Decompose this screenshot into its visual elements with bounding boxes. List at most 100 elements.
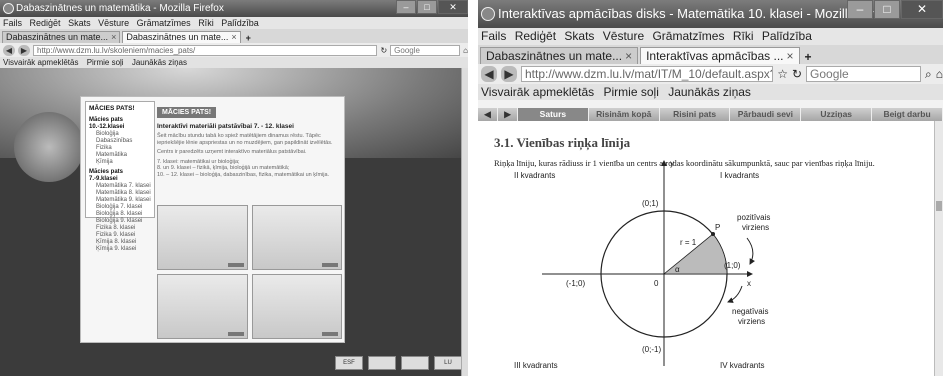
search-input[interactable]: Google: [806, 66, 922, 82]
point-right-label: (1;0): [724, 261, 741, 270]
macies-pats-site: MĀCIES PATS! Mācies pats 10.-12.klasei B…: [0, 68, 468, 376]
sidebar-group-10-12[interactable]: Mācies pats 10.-12.klasei: [89, 117, 151, 131]
menu-edit[interactable]: Rediģēt: [30, 18, 61, 28]
nav-uzzinas[interactable]: Uzziņas: [801, 108, 873, 121]
menu-view[interactable]: Skats: [68, 18, 91, 28]
refresh-icon[interactable]: ↻: [380, 46, 387, 55]
sponsor-logos: ESF LU: [335, 356, 462, 370]
url-field[interactable]: http://www.dzm.lu.lv/skoleniem/macies_pa…: [33, 44, 378, 56]
sidebar-item[interactable]: Fizika 8. klasei: [89, 225, 151, 232]
sidebar-item[interactable]: Dabaszinības: [89, 138, 151, 145]
prev-page-icon[interactable]: ◀: [478, 108, 498, 121]
menu-history[interactable]: Vēsture: [98, 18, 129, 28]
right-menu-bar: Fails Rediģēt Skats Vēsture Grāmatzīmes …: [478, 28, 943, 45]
back-icon[interactable]: ◀: [3, 44, 15, 56]
new-tab-button[interactable]: +: [802, 50, 815, 64]
sidebar-item[interactable]: Matemātika 7. klasei: [89, 183, 151, 190]
sidebar-item[interactable]: Ķīmija 8. klasei: [89, 239, 151, 246]
bookmark-latest-headlines[interactable]: Jaunākās ziņas: [132, 58, 187, 67]
menu-file[interactable]: Fails: [3, 18, 22, 28]
sidebar-item[interactable]: Fizika 9. klasei: [89, 232, 151, 239]
tab-label: Dabaszinātnes un mate...: [486, 49, 623, 63]
sidebar-item[interactable]: Matemātika: [89, 152, 151, 159]
nav-saturs[interactable]: Saturs: [518, 108, 589, 121]
material-thumbnail[interactable]: [251, 274, 342, 339]
tab-dabazinatnes-1[interactable]: Dabaszinātnes un mate... ×: [2, 31, 121, 43]
maximize-button[interactable]: □: [417, 0, 437, 14]
back-icon[interactable]: ◀: [481, 66, 497, 82]
quadrant-1-label: I kvadrants: [720, 171, 759, 180]
bookmark-getting-started[interactable]: Pirmie soļi: [87, 58, 124, 67]
point-bottom-label: (0;-1): [642, 345, 661, 354]
star-icon[interactable]: ☆: [777, 67, 788, 81]
y-axis-label: y: [670, 159, 674, 168]
home-icon[interactable]: ⌂: [936, 67, 943, 81]
sidebar-item[interactable]: Fizika: [89, 145, 151, 152]
material-thumbnail[interactable]: [251, 205, 342, 270]
play-icon: [322, 263, 338, 267]
menu-edit[interactable]: Rediģēt: [515, 29, 556, 43]
minimize-button[interactable]: –: [847, 0, 873, 19]
sidebar-group-7-9[interactable]: Mācies pats 7.-9.klasei: [89, 169, 151, 183]
forward-icon[interactable]: ▶: [18, 44, 30, 56]
menu-help[interactable]: Palīdzība: [221, 18, 259, 28]
nav-risini-pats[interactable]: Risini pats: [660, 108, 731, 121]
unit-circle-diagram: II kvadrants I kvadrants III kvadrants I…: [514, 159, 770, 370]
new-tab-button[interactable]: +: [243, 33, 254, 43]
intro-paragraph: Centrs ir paredzēts uzņemt interaktīvo m…: [157, 149, 307, 155]
sidebar-item[interactable]: Bioloģija 7. klasei: [89, 204, 151, 211]
sidebar-item[interactable]: Bioloģija 8. klasei: [89, 211, 151, 218]
menu-history[interactable]: Vēsture: [603, 29, 644, 43]
close-tab-icon[interactable]: ×: [787, 48, 794, 64]
right-nav-bar: ◀ ▶ http://www.dzm.lu.lv/mat/IT/M_10/def…: [478, 64, 943, 84]
tab-interaktivas[interactable]: Interaktīvas apmācības ... ×: [640, 47, 800, 64]
sidebar-item[interactable]: Ķīmija 9. klasei: [89, 246, 151, 253]
sidebar-item[interactable]: Bioloģija 9. klasei: [89, 218, 151, 225]
angle-label: α: [675, 265, 680, 274]
quadrant-2-label: II kvadrants: [514, 171, 555, 180]
sidebar-item[interactable]: Matemātika 8. klasei: [89, 190, 151, 197]
sidebar-item[interactable]: Ķīmija: [89, 159, 151, 166]
close-button[interactable]: ✕: [901, 0, 943, 19]
material-thumbnail[interactable]: [157, 205, 248, 270]
tab-dabazinatnes-2[interactable]: Dabaszinātnes un mate... ×: [122, 31, 241, 43]
play-icon: [227, 332, 244, 336]
tab-dabazinatnes[interactable]: Dabaszinātnes un mate... ×: [480, 47, 639, 64]
search-input[interactable]: Google: [390, 44, 461, 56]
scrollbar-thumb[interactable]: [936, 201, 942, 211]
bookmark-latest-headlines[interactable]: Jaunākās ziņas: [668, 85, 751, 99]
nav-parbaudi-sevi[interactable]: Pārbaudi sevi: [730, 108, 802, 121]
sidebar-item[interactable]: Matemātika 9. klasei: [89, 197, 151, 204]
home-icon[interactable]: ⌂: [463, 46, 468, 55]
material-thumbnail[interactable]: [157, 274, 248, 339]
close-tab-icon[interactable]: ×: [231, 32, 236, 43]
menu-file[interactable]: Fails: [481, 29, 506, 43]
next-page-icon[interactable]: ▶: [498, 108, 518, 121]
sidebar-item[interactable]: Bioloģija: [89, 131, 151, 138]
menu-view[interactable]: Skats: [564, 29, 594, 43]
nav-beigt-darbu[interactable]: Beigt darbu: [872, 108, 943, 121]
minimize-button[interactable]: –: [396, 0, 416, 14]
positive-label-2: virziens: [742, 223, 769, 232]
left-scrollbar[interactable]: [461, 68, 468, 376]
menu-help[interactable]: Palīdzība: [762, 29, 812, 43]
bookmark-most-visited[interactable]: Visvairāk apmeklētās: [3, 58, 78, 67]
search-icon[interactable]: ⌕: [925, 67, 932, 82]
close-tab-icon[interactable]: ×: [111, 32, 116, 43]
menu-bookmarks[interactable]: Grāmatzīmes: [652, 29, 724, 43]
section-tab[interactable]: MĀCIES PATS!: [157, 107, 217, 118]
bookmark-most-visited[interactable]: Visvairāk apmeklētās: [481, 85, 594, 99]
close-button[interactable]: ✕: [438, 0, 468, 14]
close-tab-icon[interactable]: ×: [625, 48, 632, 64]
menu-tools[interactable]: Rīki: [733, 29, 754, 43]
forward-icon[interactable]: ▶: [501, 66, 517, 82]
nav-risinam-kopa[interactable]: Risinām kopā: [589, 108, 660, 121]
url-field[interactable]: http://www.dzm.lu.lv/mat/IT/M_10/default…: [521, 66, 774, 82]
sidebar-title: MĀCIES PATS!: [89, 105, 135, 112]
menu-tools[interactable]: Rīki: [198, 18, 214, 28]
refresh-icon[interactable]: ↻: [792, 67, 802, 81]
right-scrollbar[interactable]: [934, 121, 943, 376]
menu-bookmarks[interactable]: Grāmatzīmes: [137, 18, 191, 28]
bookmark-getting-started[interactable]: Pirmie soļi: [604, 85, 659, 99]
maximize-button[interactable]: □: [874, 0, 900, 19]
